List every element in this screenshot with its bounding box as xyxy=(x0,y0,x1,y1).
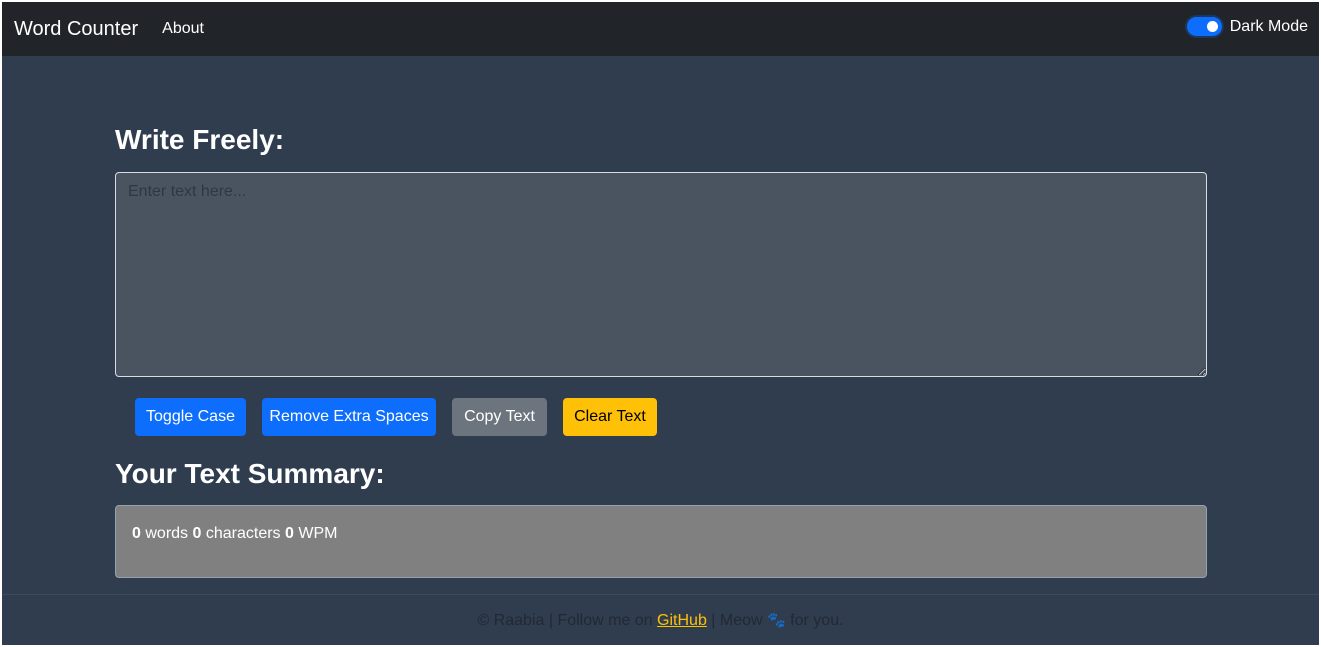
paw-icon: 🐾 xyxy=(767,612,786,629)
word-count: 0 xyxy=(132,525,141,542)
dark-mode-control[interactable]: Dark Mode xyxy=(1186,17,1308,36)
text-input[interactable] xyxy=(115,172,1207,377)
dark-mode-toggle[interactable] xyxy=(1186,17,1222,36)
footer-divider xyxy=(2,594,1319,595)
toggle-knob-icon xyxy=(1206,21,1218,32)
footer-text-end: for you. xyxy=(790,612,844,629)
wpm-label: WPM xyxy=(298,525,338,542)
text-input-container xyxy=(115,172,1207,377)
app-window: Word Counter About Dark Mode Write Freel… xyxy=(2,2,1319,645)
toggle-case-button[interactable]: Toggle Case xyxy=(135,398,246,436)
dark-mode-label: Dark Mode xyxy=(1229,17,1308,35)
character-label: characters xyxy=(205,525,281,542)
footer-text-middle: | Meow xyxy=(711,612,763,629)
top-navbar: Word Counter About Dark Mode xyxy=(2,2,1319,56)
word-label: words xyxy=(145,525,189,542)
footer-text-start: © Raabia | Follow me on xyxy=(477,612,653,629)
remove-extra-spaces-button[interactable]: Remove Extra Spaces xyxy=(262,398,436,436)
github-link[interactable]: GitHub xyxy=(657,612,707,629)
wpm-count: 0 xyxy=(285,525,294,542)
brand-link[interactable]: Word Counter xyxy=(14,19,138,39)
editor-heading: Write Freely: xyxy=(115,124,285,155)
copy-text-button[interactable]: Copy Text xyxy=(452,398,547,436)
character-count: 0 xyxy=(192,525,202,542)
text-summary-box: 0 words 0 characters 0 WPM xyxy=(115,505,1207,578)
about-link[interactable]: About xyxy=(162,21,204,37)
clear-text-button[interactable]: Clear Text xyxy=(563,398,657,436)
summary-heading: Your Text Summary: xyxy=(115,458,385,489)
page-footer: © Raabia | Follow me on GitHub | Meow 🐾 … xyxy=(2,612,1319,630)
